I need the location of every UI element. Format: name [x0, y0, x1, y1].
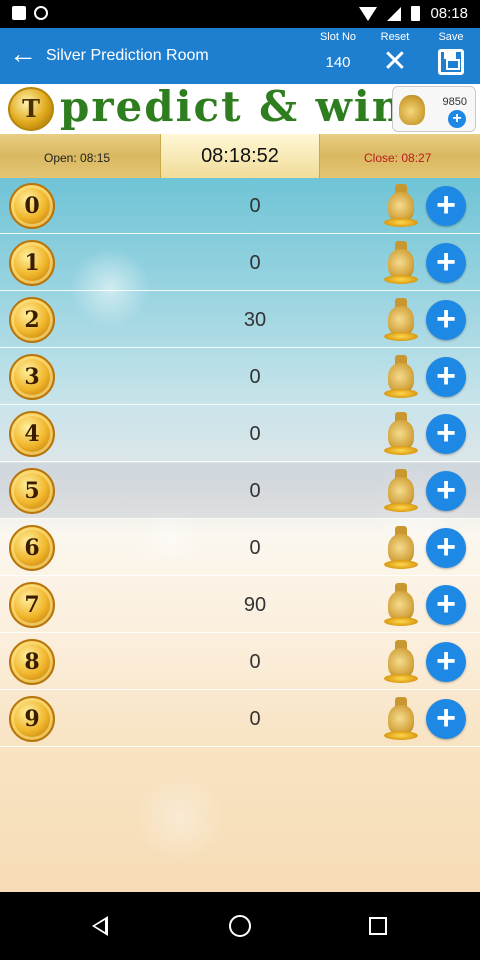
close-time: Close: 08:27: [364, 151, 432, 165]
bet-amount: 0: [249, 708, 261, 730]
bet-amount: 0: [249, 423, 261, 445]
number-row: 9 0 +: [0, 691, 480, 747]
nav-recents-icon[interactable]: [369, 917, 387, 935]
money-bag-icon: [384, 298, 418, 342]
page-title: Silver Prediction Room: [46, 47, 209, 64]
wallet-balance: 9850: [442, 96, 467, 108]
number-row: 0 0 +: [0, 178, 480, 234]
number-coin: 6: [9, 525, 55, 571]
number-row: 3 0 +: [0, 349, 480, 405]
number-coin: 0: [9, 183, 55, 229]
money-bag-icon: [384, 355, 418, 399]
money-bag-icon: [384, 184, 418, 228]
save-icon: [438, 49, 464, 75]
add-bet-button[interactable]: +: [426, 243, 466, 283]
add-bet-button[interactable]: +: [426, 357, 466, 397]
countdown-clock: 08:18:52: [160, 134, 320, 178]
image-icon: [12, 6, 26, 20]
add-bet-button[interactable]: +: [426, 471, 466, 511]
app-bar: ← Silver Prediction Room Slot No 140 Res…: [0, 28, 480, 84]
nav-back-icon[interactable]: [92, 916, 108, 936]
whatsapp-icon: [34, 6, 48, 20]
number-coin: 8: [9, 639, 55, 685]
bet-amount: 0: [249, 480, 261, 502]
battery-icon: [411, 6, 421, 21]
money-bag-icon: [384, 469, 418, 513]
status-bar: 08:18: [0, 0, 480, 28]
bet-amount: 0: [249, 537, 261, 559]
timer-bar: Open: 08:15 08:18:52 Close: 08:27: [0, 134, 480, 178]
number-coin: 3: [9, 354, 55, 400]
slot-label: Slot No: [319, 31, 357, 43]
number-row: 6 0 +: [0, 520, 480, 576]
bet-amount: 0: [249, 195, 261, 217]
wallet-button[interactable]: 9850 +: [392, 86, 476, 132]
bet-amount: 30: [243, 309, 267, 331]
number-row: 4 0 +: [0, 406, 480, 462]
slot-number: Slot No 140: [312, 31, 364, 71]
bet-amount: 0: [249, 252, 261, 274]
add-bet-button[interactable]: +: [426, 528, 466, 568]
close-icon: ✕: [382, 45, 408, 78]
number-row: 7 90 +: [0, 577, 480, 633]
save-label: Save: [438, 31, 464, 43]
money-bag-icon: [399, 95, 425, 125]
number-row: 2 30 +: [0, 292, 480, 348]
bet-amount: 90: [243, 594, 267, 616]
add-bet-button[interactable]: +: [426, 300, 466, 340]
reset-label: Reset: [380, 31, 410, 43]
logo: T: [8, 87, 54, 131]
bet-amount: 0: [249, 651, 261, 673]
slot-value: 140: [325, 54, 351, 71]
number-coin: 7: [9, 582, 55, 628]
bet-amount: 0: [249, 366, 261, 388]
number-coin: 1: [9, 240, 55, 286]
money-bag-icon: [384, 412, 418, 456]
number-row: 1 0 +: [0, 235, 480, 291]
back-arrow-icon[interactable]: ←: [8, 40, 38, 70]
add-bet-button[interactable]: +: [426, 699, 466, 739]
reset-button[interactable]: Reset ✕: [370, 31, 420, 77]
add-bet-button[interactable]: +: [426, 414, 466, 454]
number-coin: 2: [9, 297, 55, 343]
system-nav-bar: [0, 892, 480, 960]
banner: T predict & win 9850 +: [0, 82, 480, 134]
number-coin: 5: [9, 468, 55, 514]
wifi-icon: [359, 6, 378, 21]
banner-title: predict & win: [60, 82, 405, 131]
money-bag-icon: [384, 640, 418, 684]
number-row: 5 0 +: [0, 463, 480, 519]
add-icon: +: [448, 110, 466, 128]
number-row: 8 0 +: [0, 634, 480, 690]
number-coin: 9: [9, 696, 55, 742]
money-bag-icon: [384, 241, 418, 285]
add-bet-button[interactable]: +: [426, 186, 466, 226]
nav-home-icon[interactable]: [229, 915, 251, 937]
status-time: 08:18: [430, 5, 468, 22]
money-bag-icon: [384, 697, 418, 741]
open-time: Open: 08:15: [44, 151, 111, 165]
signal-icon: [387, 6, 402, 21]
prediction-board: 0 0 + 1 0 + 2 30 + 3 0 + 4 0 + 5 0 + 6 0…: [0, 178, 480, 892]
number-coin: 4: [9, 411, 55, 457]
money-bag-icon: [384, 583, 418, 627]
save-button[interactable]: Save: [426, 31, 476, 75]
add-bet-button[interactable]: +: [426, 642, 466, 682]
add-bet-button[interactable]: +: [426, 585, 466, 625]
money-bag-icon: [384, 526, 418, 570]
